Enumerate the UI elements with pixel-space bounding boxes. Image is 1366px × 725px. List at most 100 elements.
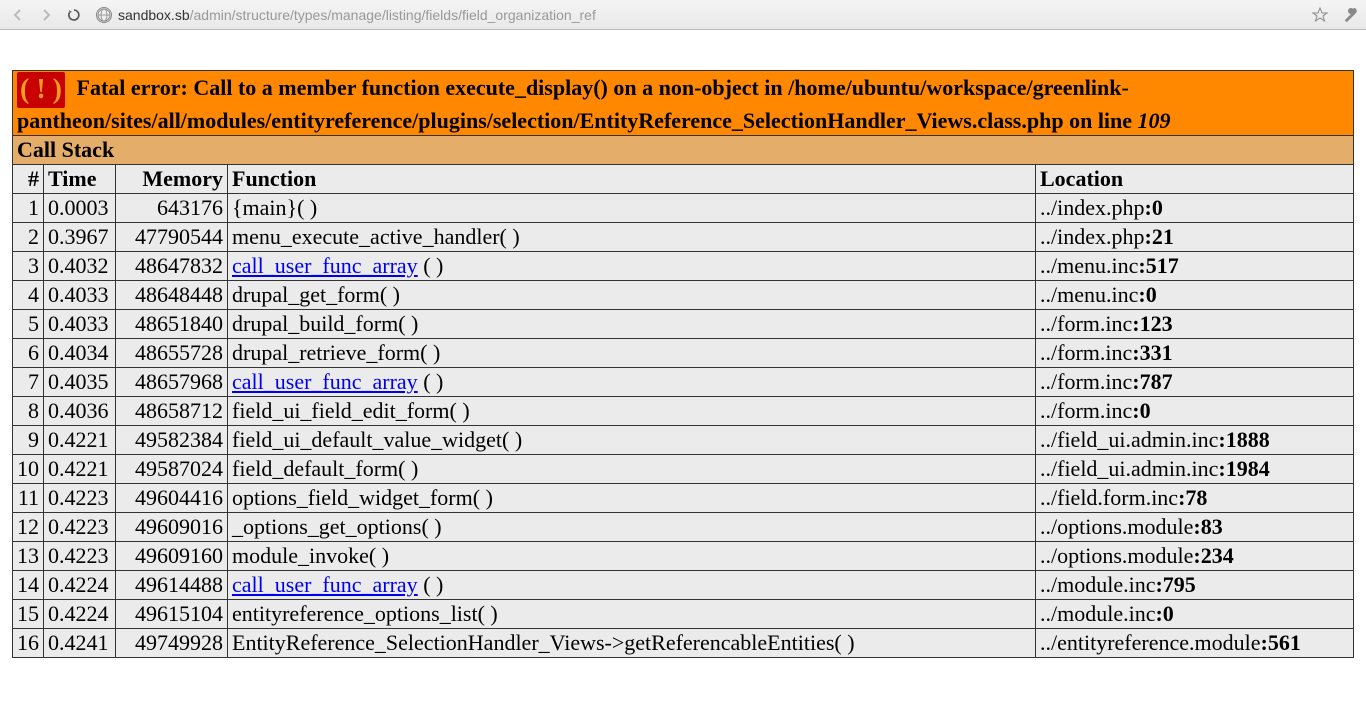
cell-memory: 643176 xyxy=(116,194,228,223)
cell-time: 0.4035 xyxy=(44,368,116,397)
cell-time: 0.4224 xyxy=(44,600,116,629)
cell-time: 0.4223 xyxy=(44,484,116,513)
cell-num: 16 xyxy=(13,629,44,658)
cell-num: 11 xyxy=(13,484,44,513)
cell-memory: 49615104 xyxy=(116,600,228,629)
cell-time: 0.4223 xyxy=(44,513,116,542)
cell-function: drupal_get_form( ) xyxy=(228,281,1036,310)
cell-function: entityreference_options_list( ) xyxy=(228,600,1036,629)
cell-num: 6 xyxy=(13,339,44,368)
cell-memory: 48655728 xyxy=(116,339,228,368)
cell-function: call_user_func_array ( ) xyxy=(228,571,1036,600)
cell-memory: 49587024 xyxy=(116,455,228,484)
cell-location: ../index.php:0 xyxy=(1036,194,1354,223)
table-row: 20.396747790544menu_execute_active_handl… xyxy=(13,223,1354,252)
error-badge-icon: ( ! ) xyxy=(17,72,65,108)
function-doc-link[interactable]: call_user_func_array xyxy=(232,253,418,278)
cell-memory: 49614488 xyxy=(116,571,228,600)
table-row: 100.422149587024field_default_form( )../… xyxy=(13,455,1354,484)
function-doc-link[interactable]: call_user_func_array xyxy=(232,572,418,597)
error-header: ( ! ) Fatal error: Call to a member func… xyxy=(13,71,1354,136)
cell-location: ../options.module:83 xyxy=(1036,513,1354,542)
cell-num: 4 xyxy=(13,281,44,310)
cell-memory: 48651840 xyxy=(116,310,228,339)
cell-function: _options_get_options( ) xyxy=(228,513,1036,542)
forward-button[interactable] xyxy=(34,3,58,27)
reload-button[interactable] xyxy=(62,3,86,27)
table-row: 130.422349609160module_invoke( )../optio… xyxy=(13,542,1354,571)
cell-location: ../entityreference.module:561 xyxy=(1036,629,1354,658)
table-row: 10.0003643176{main}( )../index.php:0 xyxy=(13,194,1354,223)
cell-time: 0.3967 xyxy=(44,223,116,252)
error-prefix: Fatal error xyxy=(77,75,181,100)
globe-icon xyxy=(96,7,112,23)
cell-memory: 49609016 xyxy=(116,513,228,542)
cell-location: ../menu.inc:0 xyxy=(1036,281,1354,310)
cell-time: 0.4033 xyxy=(44,310,116,339)
cell-location: ../options.module:234 xyxy=(1036,542,1354,571)
col-header-function: Function xyxy=(228,165,1036,194)
cell-time: 0.4241 xyxy=(44,629,116,658)
browser-toolbar: sandbox.sb/admin/structure/types/manage/… xyxy=(0,0,1366,30)
cell-num: 13 xyxy=(13,542,44,571)
cell-function: call_user_func_array ( ) xyxy=(228,252,1036,281)
url-bar[interactable]: sandbox.sb/admin/structure/types/manage/… xyxy=(90,5,1336,25)
wrench-icon[interactable] xyxy=(1340,5,1360,25)
cell-num: 3 xyxy=(13,252,44,281)
cell-memory: 49749928 xyxy=(116,629,228,658)
cell-function: module_invoke( ) xyxy=(228,542,1036,571)
function-doc-link[interactable]: call_user_func_array xyxy=(232,369,418,394)
cell-memory: 47790544 xyxy=(116,223,228,252)
cell-time: 0.4032 xyxy=(44,252,116,281)
col-header-memory: Memory xyxy=(116,165,228,194)
cell-function: field_ui_default_value_widget( ) xyxy=(228,426,1036,455)
cell-time: 0.0003 xyxy=(44,194,116,223)
cell-time: 0.4221 xyxy=(44,426,116,455)
cell-time: 0.4036 xyxy=(44,397,116,426)
cell-function: field_default_form( ) xyxy=(228,455,1036,484)
callstack-header: Call Stack xyxy=(13,136,1354,165)
xdebug-error-table: ( ! ) Fatal error: Call to a member func… xyxy=(12,70,1354,658)
cell-location: ../form.inc:123 xyxy=(1036,310,1354,339)
bookmark-star-icon[interactable] xyxy=(1310,5,1330,25)
url-text: sandbox.sb/admin/structure/types/manage/… xyxy=(118,7,1304,23)
cell-memory: 48648448 xyxy=(116,281,228,310)
cell-location: ../index.php:21 xyxy=(1036,223,1354,252)
cell-num: 7 xyxy=(13,368,44,397)
cell-function: menu_execute_active_handler( ) xyxy=(228,223,1036,252)
page-content: ( ! ) Fatal error: Call to a member func… xyxy=(0,30,1366,670)
col-header-num: # xyxy=(13,165,44,194)
back-button[interactable] xyxy=(6,3,30,27)
cell-function: drupal_build_form( ) xyxy=(228,310,1036,339)
cell-location: ../module.inc:795 xyxy=(1036,571,1354,600)
cell-time: 0.4223 xyxy=(44,542,116,571)
table-row: 120.422349609016_options_get_options( ).… xyxy=(13,513,1354,542)
cell-num: 1 xyxy=(13,194,44,223)
cell-location: ../module.inc:0 xyxy=(1036,600,1354,629)
table-row: 90.422149582384field_ui_default_value_wi… xyxy=(13,426,1354,455)
cell-location: ../form.inc:0 xyxy=(1036,397,1354,426)
error-message: : Call to a member function execute_disp… xyxy=(17,75,1138,133)
table-row: 80.403648658712field_ui_field_edit_form(… xyxy=(13,397,1354,426)
cell-location: ../field.form.inc:78 xyxy=(1036,484,1354,513)
cell-location: ../form.inc:331 xyxy=(1036,339,1354,368)
cell-location: ../field_ui.admin.inc:1984 xyxy=(1036,455,1354,484)
cell-num: 9 xyxy=(13,426,44,455)
cell-location: ../menu.inc:517 xyxy=(1036,252,1354,281)
cell-time: 0.4221 xyxy=(44,455,116,484)
table-row: 110.422349604416options_field_widget_for… xyxy=(13,484,1354,513)
table-row: 60.403448655728drupal_retrieve_form( )..… xyxy=(13,339,1354,368)
cell-location: ../field_ui.admin.inc:1888 xyxy=(1036,426,1354,455)
cell-function: {main}( ) xyxy=(228,194,1036,223)
table-header-row: # Time Memory Function Location xyxy=(13,165,1354,194)
cell-memory: 48657968 xyxy=(116,368,228,397)
cell-num: 2 xyxy=(13,223,44,252)
cell-memory: 48647832 xyxy=(116,252,228,281)
cell-memory: 49609160 xyxy=(116,542,228,571)
col-header-location: Location xyxy=(1036,165,1354,194)
cell-function: call_user_func_array ( ) xyxy=(228,368,1036,397)
cell-function: field_ui_field_edit_form( ) xyxy=(228,397,1036,426)
cell-location: ../form.inc:787 xyxy=(1036,368,1354,397)
cell-num: 12 xyxy=(13,513,44,542)
cell-memory: 49582384 xyxy=(116,426,228,455)
